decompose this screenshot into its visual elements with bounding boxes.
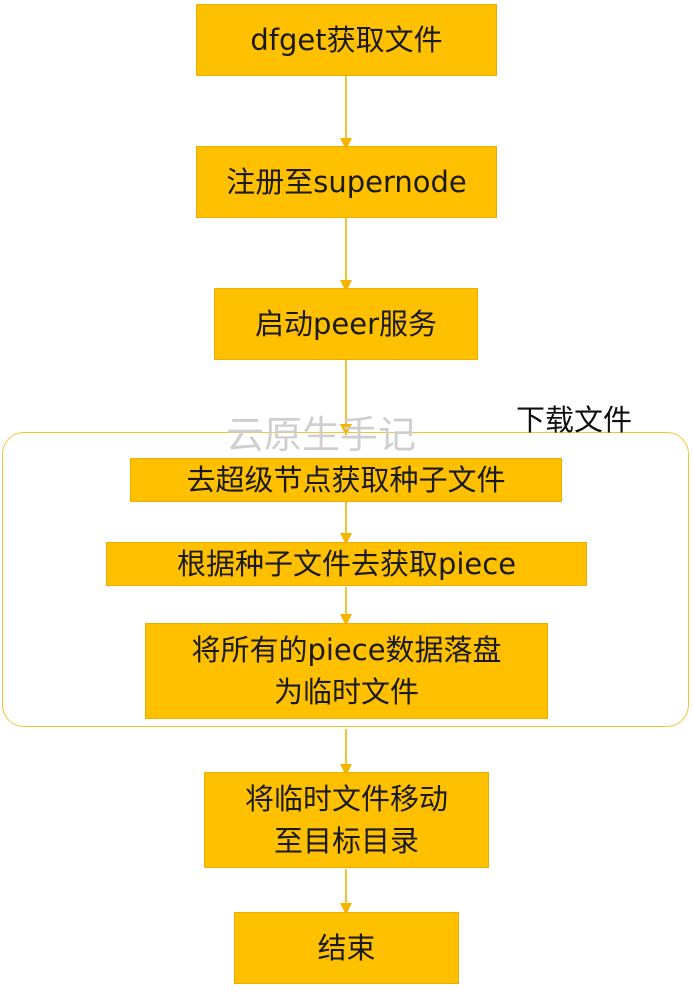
step-move-label-line2: 至目标目录: [273, 824, 419, 858]
step-persist-box: 将所有的piece数据落盘 为临时文件: [145, 623, 548, 719]
step-seed-label: 去超级节点获取种子文件: [186, 462, 506, 497]
step-register-box: 注册至supernode: [196, 146, 497, 218]
step-persist-label-line2: 为临时文件: [273, 675, 419, 709]
step-get-piece-label: 根据种子文件去获取piece: [176, 546, 517, 581]
step-end-label: 结束: [317, 930, 376, 965]
step-persist-label-line1: 将所有的piece数据落盘: [191, 632, 502, 667]
step-move-label-line1: 将临时文件移动: [244, 781, 448, 816]
watermark: 云原生手记: [226, 413, 417, 457]
step-end-box: 结束: [234, 912, 459, 984]
step-get-piece-box: 根据种子文件去获取piece: [106, 542, 587, 586]
step-register-label: 注册至supernode: [226, 164, 467, 199]
step-start-peer-box: 启动peer服务: [214, 288, 478, 360]
group-label: 下载文件: [516, 403, 633, 437]
step-move-box: 将临时文件移动 至目标目录: [204, 772, 489, 868]
step-seed-box: 去超级节点获取种子文件: [130, 458, 562, 502]
step-dfget-box: dfget获取文件: [196, 4, 497, 76]
step-dfget-label: dfget获取文件: [250, 22, 443, 57]
step-start-peer-label: 启动peer服务: [254, 306, 437, 341]
